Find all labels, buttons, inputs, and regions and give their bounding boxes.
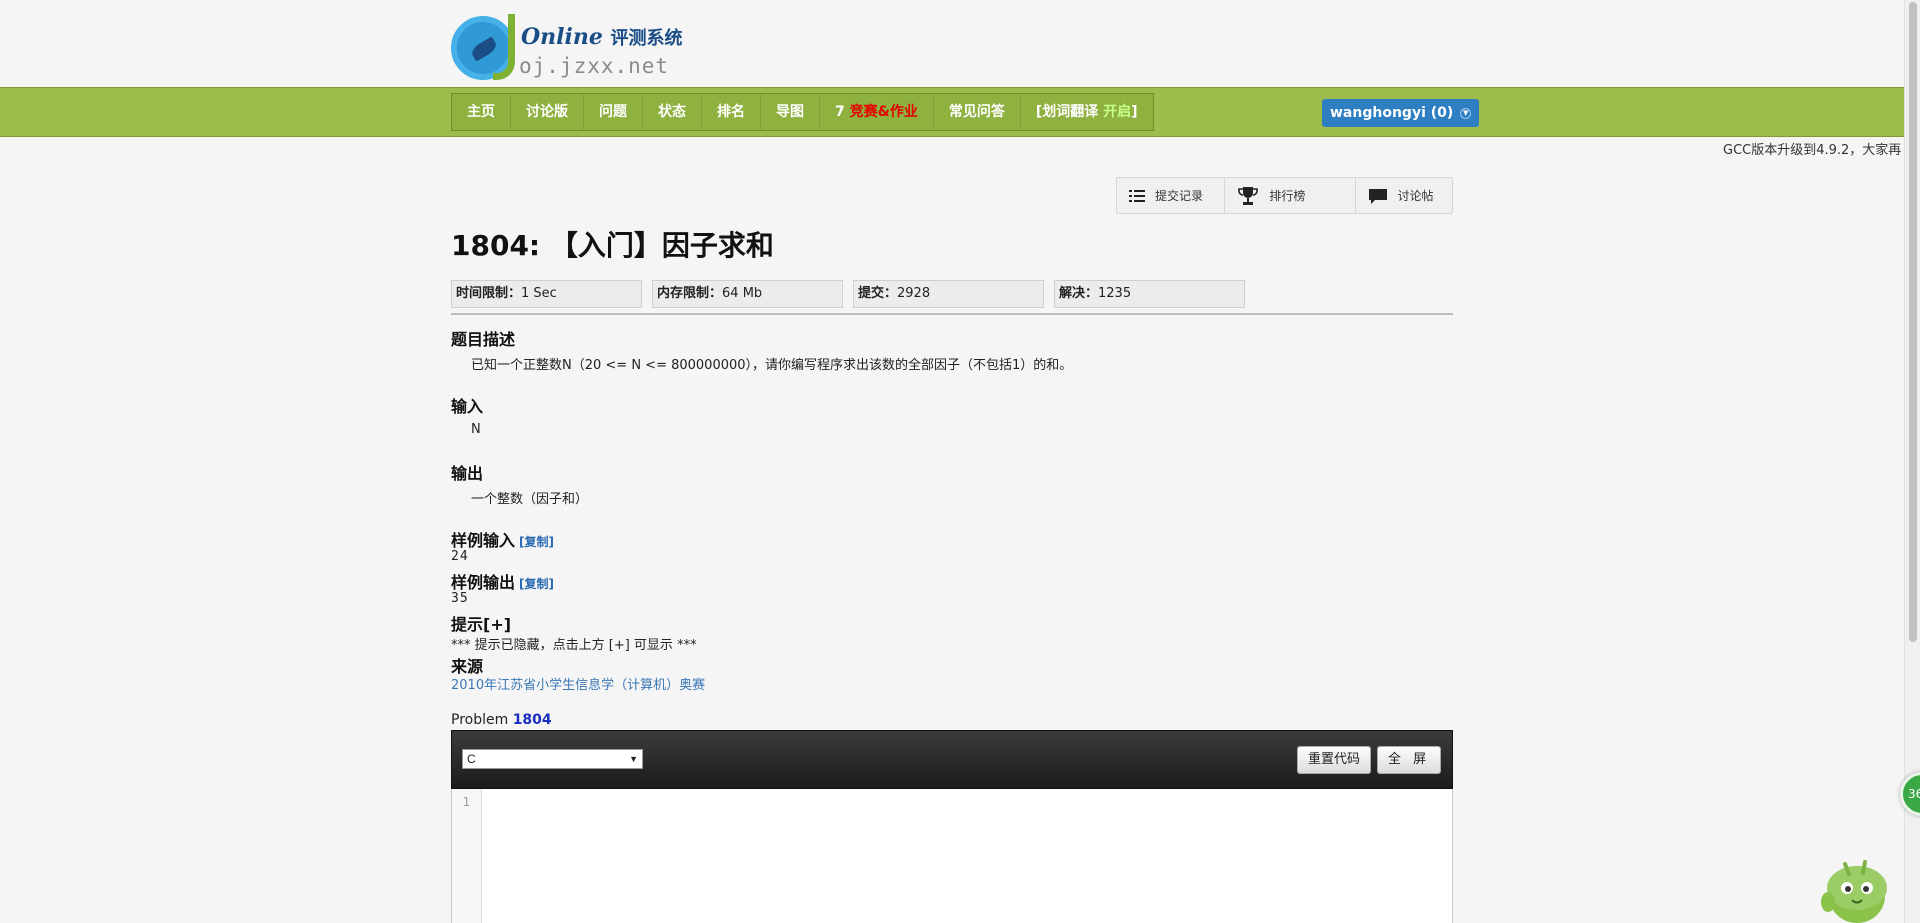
- hint-hidden-text: *** 提示已隐藏，点击上方 [+] 可显示 ***: [451, 638, 697, 653]
- nav-item-home[interactable]: 主页: [452, 94, 511, 130]
- nav-item-contest[interactable]: 7 竞赛&作业: [820, 94, 934, 130]
- solved-count: 解决：1235: [1054, 280, 1245, 308]
- floating-widget-badge[interactable]: 36: [1900, 772, 1920, 816]
- announcement-marquee: GCC版本升级到4.9.2，大家再: [1723, 143, 1902, 158]
- description-text: 已知一个正整数N（20 <= N <= 800000000），请你编写程序求出该…: [471, 358, 1073, 373]
- input-text: N: [471, 422, 481, 437]
- submit-count: 提交：2928: [853, 280, 1044, 308]
- solved-count-value: 1235: [1098, 286, 1132, 301]
- submit-count-value: 2928: [897, 286, 931, 301]
- translate-prefix: [划词翻译: [1035, 104, 1104, 120]
- problem-title: 1804: 【入门】因子求和: [451, 229, 774, 262]
- nav-item-map[interactable]: 导图: [761, 94, 820, 130]
- time-limit: 时间限制：1 Sec: [451, 280, 642, 308]
- translate-suffix: ]: [1131, 104, 1138, 120]
- submit-count-label: 提交：: [858, 286, 898, 301]
- sample-output-value: 35: [451, 591, 469, 606]
- problem-number-id: 1804: [512, 712, 552, 728]
- nav-item-discuss[interactable]: 讨论版: [511, 94, 584, 130]
- discuss-button[interactable]: 讨论帖: [1356, 178, 1452, 213]
- logo-title: Online 评测系统: [521, 24, 683, 50]
- code-editor[interactable]: 1: [451, 789, 1453, 923]
- language-value: C: [467, 752, 476, 766]
- sample-output-title: 样例输出: [451, 573, 516, 592]
- output-text: 一个整数（因子和）: [471, 492, 589, 507]
- sample-input-heading: 样例输入 [复制]: [451, 527, 554, 551]
- site-logo[interactable]: Online 评测系统 oj.jzxx.net: [451, 14, 683, 84]
- mascot-icon[interactable]: [1815, 852, 1895, 923]
- dropdown-arrow-icon: ▼: [629, 754, 638, 764]
- editor-toolbar: C ▼ 重置代码 全 屏: [451, 730, 1453, 789]
- input-heading: 输入: [451, 397, 484, 416]
- copy-sample-output-link[interactable]: [复制]: [519, 577, 554, 591]
- contest-count: 7: [835, 104, 850, 120]
- user-menu-button[interactable]: wanghongyi (0) ▼: [1322, 99, 1480, 127]
- contest-label: 竞赛&作业: [849, 104, 918, 120]
- memory-limit-label: 内存限制：: [657, 286, 723, 301]
- logo-title-cn: 评测系统: [610, 28, 683, 49]
- reset-code-button[interactable]: 重置代码: [1297, 746, 1372, 774]
- fullscreen-button[interactable]: 全 屏: [1377, 746, 1442, 774]
- line-number: 1: [462, 795, 471, 809]
- chevron-down-icon: ▼: [1460, 107, 1472, 119]
- solved-count-label: 解决：: [1059, 286, 1099, 301]
- sample-input-value: 24: [451, 549, 469, 564]
- ranking-button[interactable]: 排行榜: [1225, 178, 1356, 213]
- nav-item-problems[interactable]: 问题: [584, 94, 643, 130]
- time-limit-value: 1 Sec: [521, 286, 557, 301]
- nav-item-translate[interactable]: [划词翻译 开启]: [1021, 94, 1153, 130]
- username: wanghongyi (0): [1330, 105, 1454, 121]
- list-icon: [1129, 189, 1145, 202]
- output-heading: 输出: [451, 464, 484, 483]
- trophy-icon: [1238, 186, 1259, 205]
- line-number-gutter: 1: [452, 789, 482, 923]
- discuss-label: 讨论帖: [1397, 189, 1434, 203]
- main-nav: 主页 讨论版 问题 状态 排名 导图 7 竞赛&作业 常见问答 [划词翻译 开启…: [451, 93, 1154, 131]
- navbar: 主页 讨论版 问题 状态 排名 导图 7 竞赛&作业 常见问答 [划词翻译 开启…: [0, 87, 1904, 137]
- memory-limit-value: 64 Mb: [722, 286, 763, 301]
- time-limit-label: 时间限制：: [456, 286, 522, 301]
- logo-url: oj.jzxx.net: [519, 54, 670, 78]
- title-divider: [451, 313, 1453, 315]
- scrollbar-thumb[interactable]: [1909, 2, 1917, 642]
- problem-toolbar: 提交记录 排行榜 讨论帖: [1116, 177, 1453, 214]
- source-link[interactable]: 2010年江苏省小学生信息学（计算机）奥赛: [451, 674, 705, 693]
- sample-output-heading: 样例输出 [复制]: [451, 569, 554, 593]
- logo-j-mark: [493, 14, 515, 80]
- sample-input-title: 样例输入: [451, 531, 516, 550]
- language-select[interactable]: C ▼: [462, 749, 643, 769]
- nav-item-faq[interactable]: 常见问答: [934, 94, 1021, 130]
- hint-toggle[interactable]: 提示[+]: [451, 611, 511, 635]
- translate-state: 开启: [1103, 104, 1132, 120]
- nav-item-ranking[interactable]: 排名: [702, 94, 761, 130]
- copy-sample-input-link[interactable]: [复制]: [519, 535, 554, 549]
- submissions-button[interactable]: 提交记录: [1117, 178, 1226, 213]
- memory-limit: 内存限制：64 Mb: [652, 280, 843, 308]
- comment-icon: [1368, 188, 1387, 204]
- logo-title-en: Online: [521, 24, 603, 50]
- problem-number-label: Problem: [451, 712, 513, 728]
- limits-row: 时间限制：1 Sec 内存限制：64 Mb 提交：2928 解决：1235: [451, 280, 1255, 308]
- nav-item-status[interactable]: 状态: [643, 94, 702, 130]
- ranking-label: 排行榜: [1269, 189, 1306, 203]
- problem-number: Problem 1804: [451, 712, 552, 728]
- submissions-label: 提交记录: [1155, 189, 1204, 203]
- description-heading: 题目描述: [451, 330, 516, 349]
